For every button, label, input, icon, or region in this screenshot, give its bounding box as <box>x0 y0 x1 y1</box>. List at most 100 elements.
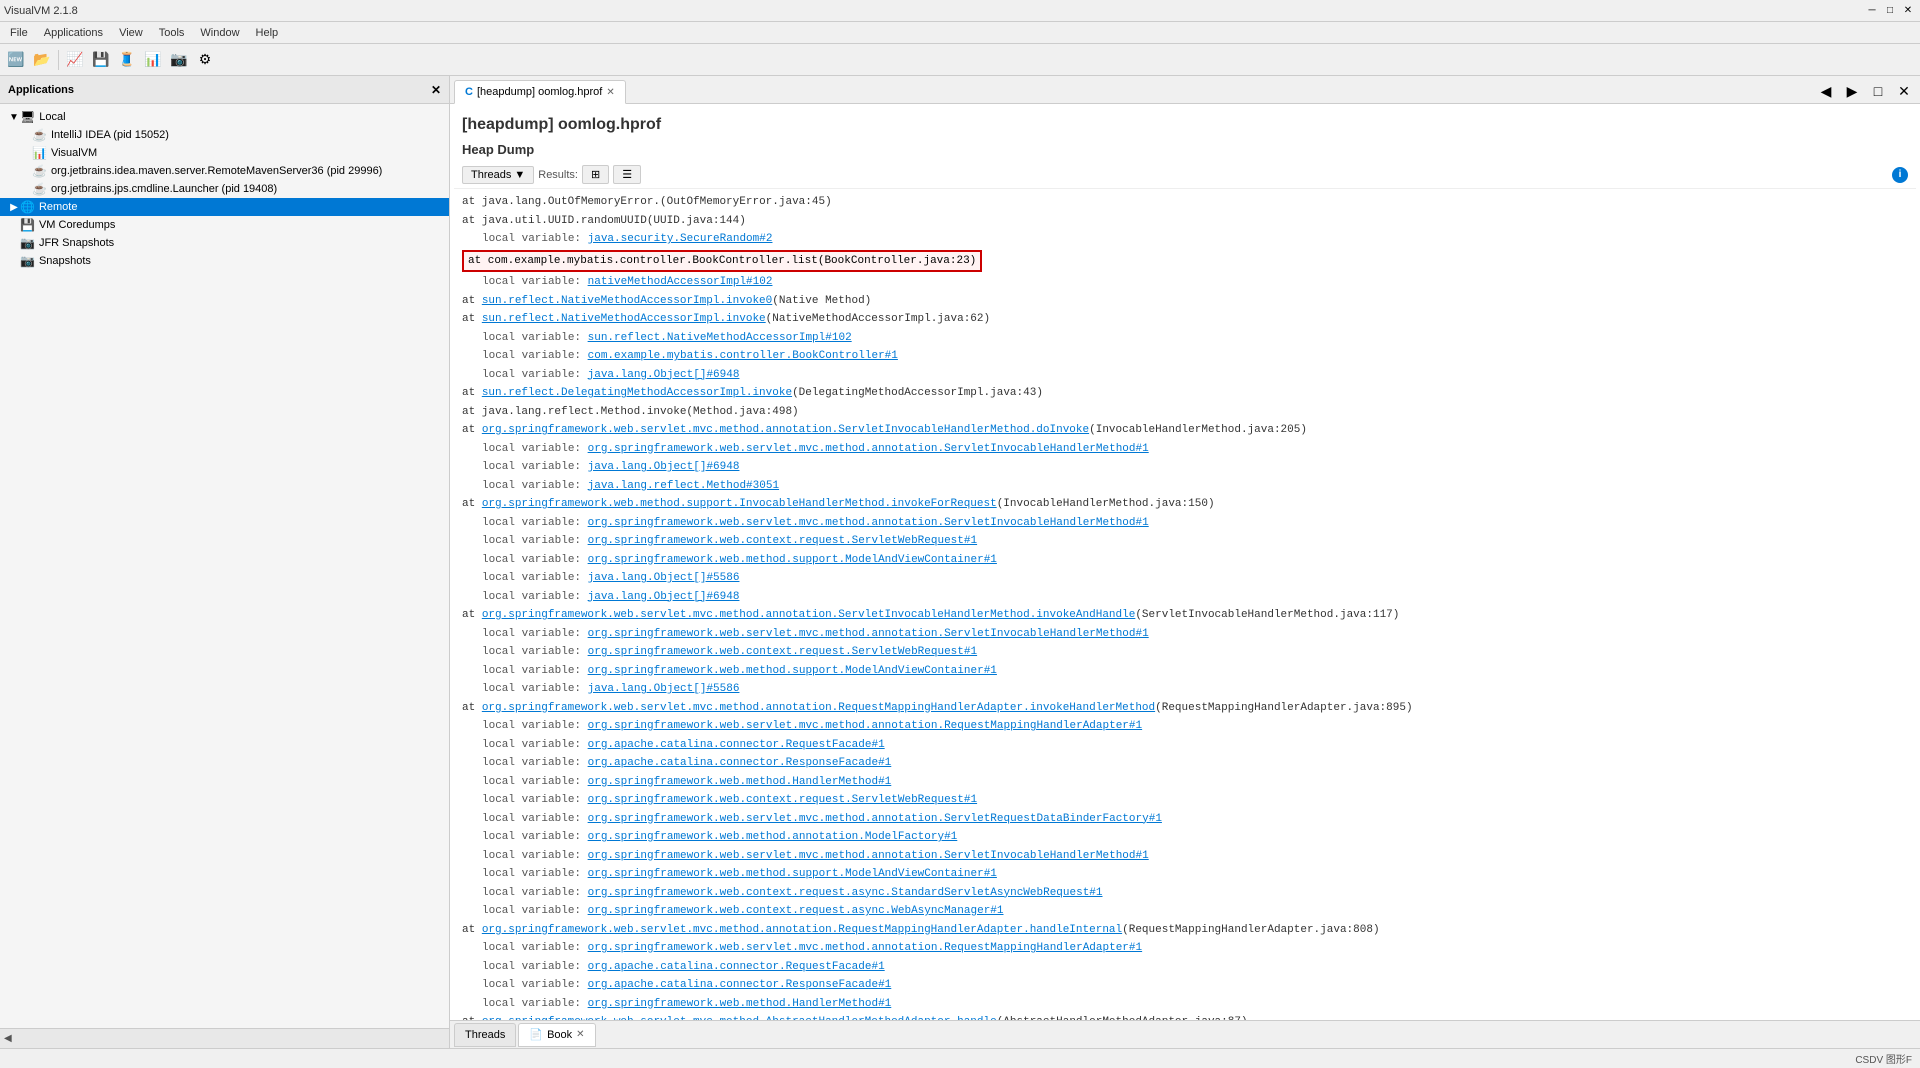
menu-applications[interactable]: Applications <box>38 25 109 41</box>
stack-line: local variable: java.security.SecureRand… <box>462 230 1908 249</box>
minimize-button[interactable]: ─ <box>1864 3 1880 19</box>
stack-frame-link[interactable]: sun.reflect.NativeMethodAccessorImpl.inv… <box>482 313 766 325</box>
local-var-link[interactable]: org.apache.catalina.connector.RequestFac… <box>588 961 885 973</box>
local-var-link[interactable]: org.springframework.web.context.request.… <box>588 905 1004 917</box>
menu-window[interactable]: Window <box>194 25 245 41</box>
local-var-link[interactable]: org.springframework.web.context.request.… <box>588 794 977 806</box>
stack-line: local variable: java.lang.reflect.Method… <box>462 477 1908 496</box>
tree-item-remoteserver[interactable]: ☕ org.jetbrains.idea.maven.server.Remote… <box>0 162 449 180</box>
stack-line: at java.util.UUID.randomUUID(UUID.java:1… <box>462 212 1908 231</box>
stack-frame-link[interactable]: org.springframework.web.servlet.mvc.meth… <box>482 424 1089 436</box>
local-var-link[interactable]: org.springframework.web.servlet.mvc.meth… <box>588 443 1149 455</box>
stack-frame-link[interactable]: org.springframework.web.servlet.mvc.meth… <box>482 702 1155 714</box>
tree-item-jfrsnapshots[interactable]: 📷 JFR Snapshots <box>0 234 449 252</box>
cpu-button[interactable]: 📈 <box>63 48 87 72</box>
highlighted-stack-line: at com.example.mybatis.controller.BookCo… <box>462 250 982 273</box>
local-var-link[interactable]: java.security.SecureRandom#2 <box>588 233 773 245</box>
titlebar: VisualVM 2.1.8 ─ □ ✕ <box>0 0 1920 22</box>
stack-frame-link[interactable]: sun.reflect.NativeMethodAccessorImpl.inv… <box>482 295 772 307</box>
local-var-link[interactable]: org.springframework.web.method.annotatio… <box>588 831 958 843</box>
local-var-link[interactable]: org.apache.catalina.connector.ResponseFa… <box>588 979 892 991</box>
stack-frame-link[interactable]: org.springframework.web.method.support.I… <box>482 498 997 510</box>
stack-line: local variable: org.springframework.web.… <box>462 662 1908 681</box>
local-var-link[interactable]: org.springframework.web.method.HandlerMe… <box>588 998 892 1010</box>
bottom-tab-book[interactable]: 📄 Book ✕ <box>518 1023 595 1047</box>
open-button[interactable]: 📂 <box>30 48 54 72</box>
memory-button[interactable]: 💾 <box>89 48 113 72</box>
stack-line: local variable: java.lang.Object[]#6948 <box>462 366 1908 385</box>
heap-button[interactable]: 📊 <box>141 48 165 72</box>
local-var-link[interactable]: java.lang.Object[]#5586 <box>588 683 740 695</box>
settings-button[interactable]: ⚙ <box>193 48 217 72</box>
local-var-link[interactable]: org.springframework.web.context.request.… <box>588 887 1103 899</box>
local-var-link[interactable]: org.springframework.web.method.support.M… <box>588 554 997 566</box>
local-var-link[interactable]: org.springframework.web.servlet.mvc.meth… <box>588 850 1149 862</box>
stack-line: local variable: java.lang.Object[]#6948 <box>462 458 1908 477</box>
snapshot-button[interactable]: 📷 <box>167 48 191 72</box>
stack-line: at sun.reflect.DelegatingMethodAccessorI… <box>462 384 1908 403</box>
local-var-link[interactable]: java.lang.Object[]#6948 <box>588 591 740 603</box>
stack-line: local variable: org.springframework.web.… <box>462 791 1908 810</box>
local-var-link[interactable]: org.springframework.web.method.HandlerMe… <box>588 776 892 788</box>
local-var-link[interactable]: org.springframework.web.context.request.… <box>588 646 977 658</box>
minimize-panel-button[interactable]: ◀ <box>4 1033 12 1044</box>
menu-file[interactable]: File <box>4 25 34 41</box>
stack-line: local variable: org.springframework.web.… <box>462 643 1908 662</box>
local-var-link[interactable]: com.example.mybatis.controller.BookContr… <box>588 350 898 362</box>
info-button[interactable]: i <box>1892 167 1908 183</box>
local-var-link[interactable]: nativeMethodAccessorImpl#102 <box>588 276 773 288</box>
local-var-link[interactable]: org.apache.catalina.connector.ResponseFa… <box>588 757 892 769</box>
tree-item-snapshots[interactable]: 📷 Snapshots <box>0 252 449 270</box>
menu-help[interactable]: Help <box>250 25 285 41</box>
window-controls[interactable]: ─ □ ✕ <box>1864 3 1916 19</box>
menu-view[interactable]: View <box>113 25 149 41</box>
local-var-link[interactable]: java.lang.Object[]#6948 <box>588 369 740 381</box>
local-var-link[interactable]: org.springframework.web.method.support.M… <box>588 665 997 677</box>
local-var-link[interactable]: org.springframework.web.servlet.mvc.meth… <box>588 942 1143 954</box>
tab-close-all[interactable]: ✕ <box>1892 79 1916 103</box>
tree-item-vmcoredumps[interactable]: 💾 VM Coredumps <box>0 216 449 234</box>
vmcoredumps-icon: 💾 <box>20 218 35 232</box>
remote-icon: 🌐 <box>20 200 35 214</box>
tab-nav-right[interactable]: ▶ <box>1840 79 1864 103</box>
tree-item-visualvm[interactable]: 📊 VisualVM <box>0 144 449 162</box>
stack-frame-link[interactable]: org.springframework.web.servlet.mvc.meth… <box>482 924 1122 936</box>
local-var-link[interactable]: org.springframework.web.method.support.M… <box>588 868 997 880</box>
local-var-link[interactable]: org.springframework.web.servlet.mvc.meth… <box>588 813 1162 825</box>
heapdump-tab[interactable]: C [heapdump] oomlog.hprof ✕ <box>454 80 626 104</box>
tree-item-remote[interactable]: ▶ 🌐 Remote <box>0 198 449 216</box>
tree-item-local[interactable]: ▼ 🖥 Local <box>0 108 449 126</box>
threads-dropdown[interactable]: Threads ▼ <box>462 166 534 184</box>
menu-tools[interactable]: Tools <box>153 25 191 41</box>
local-var-link[interactable]: org.springframework.web.context.request.… <box>588 535 977 547</box>
heapdump-tab-close[interactable]: ✕ <box>606 87 614 98</box>
restore-button[interactable]: □ <box>1882 3 1898 19</box>
local-var-link[interactable]: sun.reflect.NativeMethodAccessorImpl#102 <box>588 332 852 344</box>
tab-maximize[interactable]: □ <box>1866 79 1890 103</box>
results-list-view[interactable]: ☰ <box>613 165 641 184</box>
tree-item-intellij[interactable]: ☕ IntelliJ IDEA (pid 15052) <box>0 126 449 144</box>
tree-item-launcher[interactable]: ☕ org.jetbrains.jps.cmdline.Launcher (pi… <box>0 180 449 198</box>
bottom-tab-threads[interactable]: Threads <box>454 1023 516 1047</box>
stack-frame-link[interactable]: sun.reflect.DelegatingMethodAccessorImpl… <box>482 387 792 399</box>
local-var-link[interactable]: org.apache.catalina.connector.RequestFac… <box>588 739 885 751</box>
left-panel-header: Applications ✕ <box>0 76 449 104</box>
stack-frame-link[interactable]: org.springframework.web.servlet.mvc.meth… <box>482 609 1136 621</box>
thread-button[interactable]: 🧵 <box>115 48 139 72</box>
book-tab-close[interactable]: ✕ <box>576 1029 584 1040</box>
left-panel-close-button[interactable]: ✕ <box>431 83 441 97</box>
local-var-link[interactable]: java.lang.Object[]#5586 <box>588 572 740 584</box>
local-var-link[interactable]: java.lang.reflect.Method#3051 <box>588 480 779 492</box>
stack-line: local variable: org.springframework.web.… <box>462 902 1908 921</box>
stack-line: local variable: org.apache.catalina.conn… <box>462 958 1908 977</box>
close-button[interactable]: ✕ <box>1900 3 1916 19</box>
local-var-link[interactable]: org.springframework.web.servlet.mvc.meth… <box>588 517 1149 529</box>
results-table-view[interactable]: ⊞ <box>582 165 609 184</box>
new-button[interactable]: 🆕 <box>4 48 28 72</box>
local-var-link[interactable]: org.springframework.web.servlet.mvc.meth… <box>588 720 1143 732</box>
jfrsnapshots-icon: 📷 <box>20 236 35 250</box>
tab-nav-left[interactable]: ◀ <box>1814 79 1838 103</box>
stack-line: at sun.reflect.NativeMethodAccessorImpl.… <box>462 310 1908 329</box>
local-var-link[interactable]: java.lang.Object[]#6948 <box>588 461 740 473</box>
local-var-link[interactable]: org.springframework.web.servlet.mvc.meth… <box>588 628 1149 640</box>
